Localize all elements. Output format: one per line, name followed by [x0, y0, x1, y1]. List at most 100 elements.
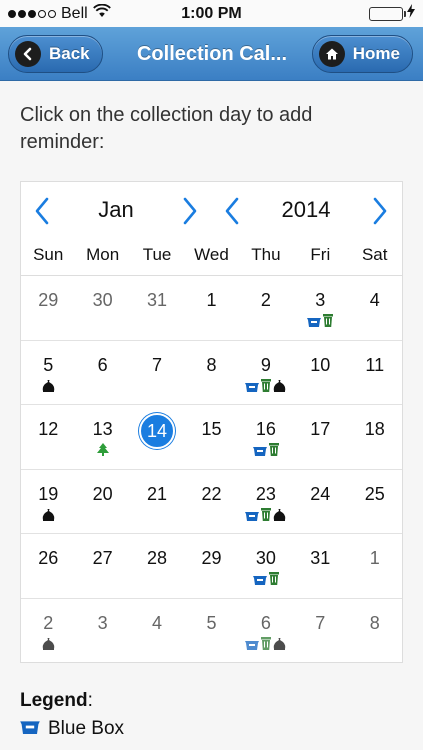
- collection-icons: [239, 378, 293, 397]
- status-bar: Bell 1:00 PM: [0, 0, 423, 27]
- day-cell[interactable]: 8: [184, 341, 238, 405]
- collection-icons: [239, 572, 293, 590]
- charging-icon: [407, 4, 415, 23]
- day-cell[interactable]: 26: [21, 534, 75, 598]
- weekday-fri: Fri: [310, 245, 331, 264]
- day-cell[interactable]: 2: [239, 276, 293, 340]
- status-right: [369, 4, 415, 23]
- day-cell[interactable]: 1: [348, 534, 402, 598]
- collection-icons: [239, 636, 293, 655]
- day-cell[interactable]: 9: [239, 341, 293, 405]
- day-number: 11: [365, 354, 385, 375]
- day-number: 1: [206, 290, 217, 310]
- day-cell[interactable]: 7: [293, 599, 347, 664]
- week-row: 19 20 21 22 23 24 25: [21, 470, 402, 534]
- day-number: 21: [147, 483, 168, 504]
- green-bin-icon: [261, 636, 272, 655]
- day-cell[interactable]: 13: [75, 405, 129, 469]
- weekday-wed: Wed: [194, 245, 229, 264]
- year-label: 2014: [281, 197, 331, 222]
- home-button[interactable]: Home: [311, 35, 413, 73]
- garbage-bag-icon: [42, 637, 55, 655]
- day-cell[interactable]: 4: [348, 276, 402, 340]
- day-number: 18: [364, 419, 385, 439]
- instructions-text: Click on the collection day to add remin…: [20, 104, 313, 153]
- day-cell[interactable]: 22: [184, 470, 238, 534]
- legend-label: Blue Box: [48, 718, 125, 739]
- day-cell[interactable]: 7: [130, 341, 184, 405]
- collection-icons: [21, 379, 75, 397]
- collection-icons: [239, 507, 293, 526]
- day-number: 8: [369, 612, 380, 633]
- day-cell[interactable]: 29: [21, 276, 75, 340]
- day-number: 29: [38, 290, 59, 310]
- day-number: 17: [310, 419, 331, 439]
- day-number: 12: [38, 419, 59, 439]
- day-cell[interactable]: 15: [184, 405, 238, 469]
- garbage-bag-icon: [273, 379, 286, 397]
- collection-icons: [21, 508, 75, 526]
- day-number: 4: [369, 290, 380, 310]
- blue-box-icon: [252, 443, 267, 461]
- day-cell[interactable]: 21: [130, 470, 184, 534]
- weekday-mon: Mon: [86, 245, 120, 264]
- prev-month-button[interactable]: [31, 196, 53, 226]
- day-cell[interactable]: 12: [21, 405, 75, 469]
- day-cell[interactable]: 19: [21, 470, 75, 534]
- day-cell[interactable]: 30: [75, 276, 129, 340]
- green-bin-icon: [268, 572, 279, 590]
- day-cell[interactable]: 5: [21, 341, 75, 405]
- day-number: 1: [369, 548, 380, 568]
- blue-box-icon: [20, 718, 40, 740]
- day-cell[interactable]: 1: [184, 276, 238, 340]
- day-cell[interactable]: 20: [75, 470, 129, 534]
- day-cell[interactable]: 31: [293, 534, 347, 598]
- day-cell[interactable]: 16: [239, 405, 293, 469]
- day-cell-today[interactable]: 14: [130, 405, 184, 469]
- day-cell[interactable]: 6: [239, 599, 293, 664]
- day-cell[interactable]: 6: [75, 341, 129, 405]
- next-year-button[interactable]: [369, 196, 391, 226]
- day-number: 29: [201, 548, 222, 568]
- day-cell[interactable]: 3: [293, 276, 347, 340]
- day-cell[interactable]: 2: [21, 599, 75, 664]
- next-month-button[interactable]: [179, 196, 201, 226]
- day-cell[interactable]: 5: [184, 599, 238, 664]
- day-cell[interactable]: 11: [348, 341, 402, 405]
- day-cell[interactable]: 27: [75, 534, 129, 598]
- day-cell[interactable]: 23: [239, 470, 293, 534]
- day-number: 8: [206, 354, 217, 375]
- day-cell[interactable]: 29: [184, 534, 238, 598]
- day-cell[interactable]: 31: [130, 276, 184, 340]
- month-label: Jan: [98, 197, 134, 222]
- calendar-grid: 29 30 31 1 2 3 4 5 6 7 8 9 10 11 12 13 14 15 16 17 18 19 20 21 2…: [21, 276, 402, 663]
- day-number: 14: [139, 413, 176, 449]
- weekday-sat: Sat: [361, 245, 388, 264]
- prev-year-button[interactable]: [221, 196, 243, 226]
- day-number: 28: [147, 548, 168, 568]
- wifi-icon: [92, 3, 111, 23]
- day-cell[interactable]: 28: [130, 534, 184, 598]
- collection-icons: [21, 637, 75, 655]
- day-cell[interactable]: 18: [348, 405, 402, 469]
- blue-box-icon: [245, 508, 260, 526]
- day-number: 25: [364, 483, 385, 504]
- day-number: 31: [310, 548, 331, 568]
- blue-box-icon: [245, 637, 260, 655]
- day-number: 30: [92, 290, 113, 310]
- day-cell[interactable]: 30: [239, 534, 293, 598]
- garbage-bag-icon: [42, 379, 55, 397]
- calendar: Jan 2014 Sun Mon Tue Wed Thu Fri Sat 29 30 31 1 2 3…: [20, 181, 403, 663]
- back-button[interactable]: Back: [8, 35, 103, 73]
- day-cell[interactable]: 4: [130, 599, 184, 664]
- green-bin-icon: [268, 443, 279, 461]
- day-number: 22: [201, 483, 222, 504]
- collection-icons: [75, 443, 129, 461]
- day-cell[interactable]: 10: [293, 341, 347, 405]
- day-cell[interactable]: 25: [348, 470, 402, 534]
- day-cell[interactable]: 24: [293, 470, 347, 534]
- day-cell[interactable]: 8: [348, 599, 402, 664]
- garbage-bag-icon: [42, 508, 55, 526]
- day-cell[interactable]: 3: [75, 599, 129, 664]
- day-cell[interactable]: 17: [293, 405, 347, 469]
